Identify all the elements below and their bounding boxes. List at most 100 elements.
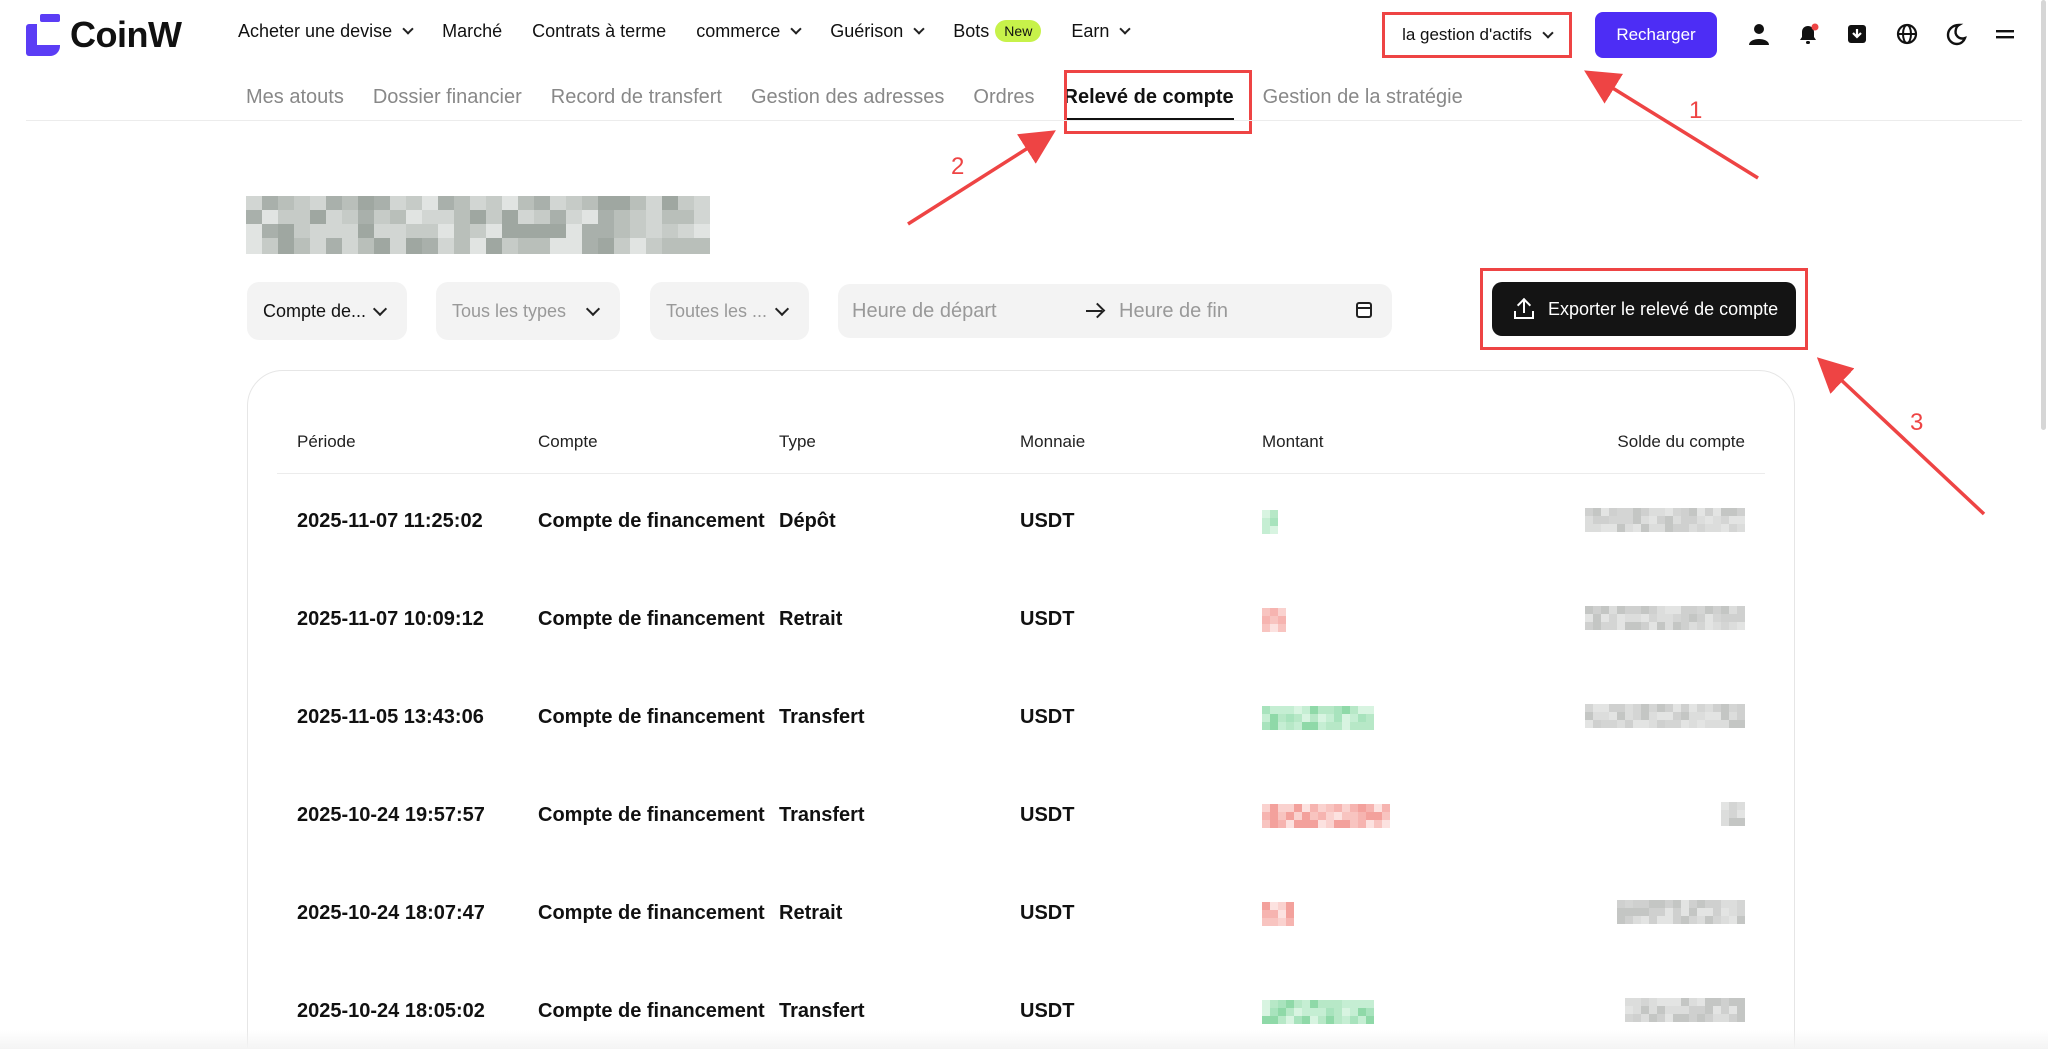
highlight-box-active-tab bbox=[1064, 70, 1252, 134]
chevron-down-icon bbox=[402, 23, 414, 35]
annotation-arrow-3 bbox=[1816, 357, 1986, 516]
cell-type: Retrait bbox=[779, 902, 843, 924]
top-navigation-bar: CoinW Acheter une devise Marché Contrats à… bbox=[0, 0, 2048, 70]
nav-item-2[interactable]: Contrats à terme bbox=[532, 21, 666, 42]
column-header-balance: Solde du compte bbox=[1617, 432, 1745, 451]
export-statement-label: Exporter le relevé de compte bbox=[1548, 298, 1779, 319]
cell-type: Transfert bbox=[779, 804, 865, 826]
chevron-down-icon bbox=[774, 301, 790, 317]
type-filter-label: Tous les types bbox=[452, 300, 567, 321]
new-badge: New bbox=[995, 20, 1042, 42]
column-header-account: Compte bbox=[538, 432, 598, 451]
chevron-down-icon bbox=[1119, 23, 1132, 35]
column-header-currency: Monnaie bbox=[1020, 432, 1086, 451]
redacted-amount bbox=[1262, 706, 1374, 730]
asset-management-label: la gestion d'actifs bbox=[1402, 25, 1532, 44]
nav-item-label: Guérison bbox=[830, 20, 904, 41]
annotation-number-3: 3 bbox=[1910, 409, 1924, 436]
nav-item-label: Earn bbox=[1071, 20, 1110, 41]
cell-period: 2025-10-24 18:07:47 bbox=[297, 902, 485, 924]
chevron-down-icon bbox=[585, 301, 601, 317]
cell-period: 2025-10-24 18:05:02 bbox=[297, 1000, 485, 1022]
end-time-input[interactable]: Heure de fin bbox=[1119, 300, 1228, 323]
subtab-0[interactable]: Mes atouts bbox=[246, 86, 344, 109]
table-row[interactable]: 2025-10-24 19:57:57 Compte de financement… bbox=[277, 802, 1765, 902]
cell-currency: USDT bbox=[1020, 608, 1075, 630]
statement-table-header: Période Compte Type Monnaie Montant Solde du … bbox=[277, 432, 1765, 474]
subtab-6[interactable]: Gestion de la stratégie bbox=[1263, 86, 1463, 109]
subtab-2[interactable]: Record de transfert bbox=[551, 86, 722, 109]
user-icon[interactable] bbox=[1747, 22, 1771, 46]
cell-period: 2025-10-24 19:57:57 bbox=[297, 804, 485, 826]
chevron-down-icon bbox=[913, 23, 925, 35]
chevron-down-icon bbox=[790, 23, 802, 35]
redacted-balance bbox=[1585, 704, 1745, 728]
column-header-type: Type bbox=[779, 432, 816, 451]
redacted-amount bbox=[1262, 510, 1278, 534]
cell-period: 2025-11-07 11:25:02 bbox=[297, 510, 483, 532]
cell-account: Compte de financement bbox=[538, 804, 765, 826]
redacted-amount bbox=[1262, 608, 1286, 632]
annotation-number-1: 1 bbox=[1689, 97, 1703, 124]
upload-icon bbox=[1514, 297, 1534, 319]
currency-filter-dropdown[interactable]: Toutes les ... bbox=[650, 282, 809, 340]
nav-item-label: Acheter une devise bbox=[238, 20, 393, 41]
cell-period: 2025-11-07 10:09:12 bbox=[297, 608, 484, 630]
subtab-1[interactable]: Dossier financier bbox=[373, 86, 522, 109]
nav-item-6[interactable]: Earn bbox=[1071, 20, 1132, 42]
redacted-balance bbox=[1585, 606, 1745, 630]
cell-currency: USDT bbox=[1020, 804, 1075, 826]
globe-icon[interactable] bbox=[1895, 22, 1919, 46]
redacted-balance bbox=[1617, 900, 1745, 924]
redacted-amount bbox=[1262, 1000, 1374, 1024]
cell-currency: USDT bbox=[1020, 1000, 1075, 1022]
annotation-arrow-1 bbox=[1584, 70, 1759, 180]
type-filter-dropdown[interactable]: Tous les types bbox=[436, 282, 620, 340]
bottom-fade bbox=[0, 1030, 2048, 1049]
subtabs-divider bbox=[26, 120, 2022, 121]
subtab-3[interactable]: Gestion des adresses bbox=[751, 86, 944, 109]
bell-icon[interactable] bbox=[1796, 22, 1820, 46]
table-row[interactable]: 2025-11-07 11:25:02 Compte de financement… bbox=[277, 508, 1765, 608]
page-scrollbar[interactable] bbox=[2041, 0, 2046, 430]
account-filter-dropdown[interactable]: Compte de... bbox=[247, 282, 407, 340]
subtab-4[interactable]: Ordres bbox=[973, 86, 1034, 109]
date-range-picker[interactable]: Heure de départ Heure de fin bbox=[838, 284, 1392, 338]
annotation-number-2: 2 bbox=[951, 153, 965, 180]
menu-icon[interactable] bbox=[1993, 22, 2017, 46]
main-nav: Acheter une devise Marché Contrats à terme… bbox=[238, 20, 1132, 42]
asset-management-dropdown[interactable]: la gestion d'actifs bbox=[1382, 12, 1572, 58]
calendar-icon[interactable] bbox=[1356, 302, 1372, 318]
cell-type: Transfert bbox=[779, 706, 865, 728]
coinw-logo[interactable]: CoinW bbox=[26, 14, 182, 56]
currency-filter-label: Toutes les ... bbox=[666, 300, 768, 321]
moon-icon[interactable] bbox=[1944, 22, 1968, 46]
table-row[interactable]: 2025-11-07 10:09:12 Compte de financement… bbox=[277, 606, 1765, 706]
chevron-down-icon bbox=[372, 301, 388, 317]
nav-item-4[interactable]: Guérison bbox=[830, 20, 925, 42]
export-statement-button[interactable]: Exporter le relevé de compte bbox=[1492, 282, 1796, 336]
nav-item-label: Marché bbox=[442, 20, 503, 41]
nav-item-label: commerce bbox=[696, 20, 781, 41]
download-icon[interactable] bbox=[1845, 22, 1869, 46]
redacted-balance bbox=[1625, 998, 1745, 1022]
redacted-balance bbox=[1721, 802, 1745, 826]
cell-currency: USDT bbox=[1020, 510, 1075, 532]
table-row[interactable]: 2025-11-05 13:43:06 Compte de financement… bbox=[277, 704, 1765, 804]
nav-item-1[interactable]: Marché bbox=[442, 21, 502, 42]
nav-item-5[interactable]: Bots New bbox=[953, 20, 1042, 42]
arrow-right-icon bbox=[1086, 310, 1102, 312]
nav-item-0[interactable]: Acheter une devise bbox=[238, 20, 414, 42]
recharge-button[interactable]: Recharger bbox=[1595, 12, 1717, 58]
redacted-amount bbox=[1262, 902, 1294, 926]
cell-type: Retrait bbox=[779, 608, 843, 630]
table-row[interactable]: 2025-10-24 18:07:47 Compte de financement… bbox=[277, 900, 1765, 1000]
cell-currency: USDT bbox=[1020, 902, 1075, 924]
start-time-input[interactable]: Heure de départ bbox=[852, 300, 997, 323]
nav-item-3[interactable]: commerce bbox=[696, 20, 802, 42]
cell-type: Dépôt bbox=[779, 510, 836, 532]
cell-account: Compte de financement bbox=[538, 706, 765, 728]
redacted-amount bbox=[1262, 804, 1390, 828]
cell-account: Compte de financement bbox=[538, 608, 765, 630]
chevron-down-icon bbox=[1542, 27, 1554, 39]
